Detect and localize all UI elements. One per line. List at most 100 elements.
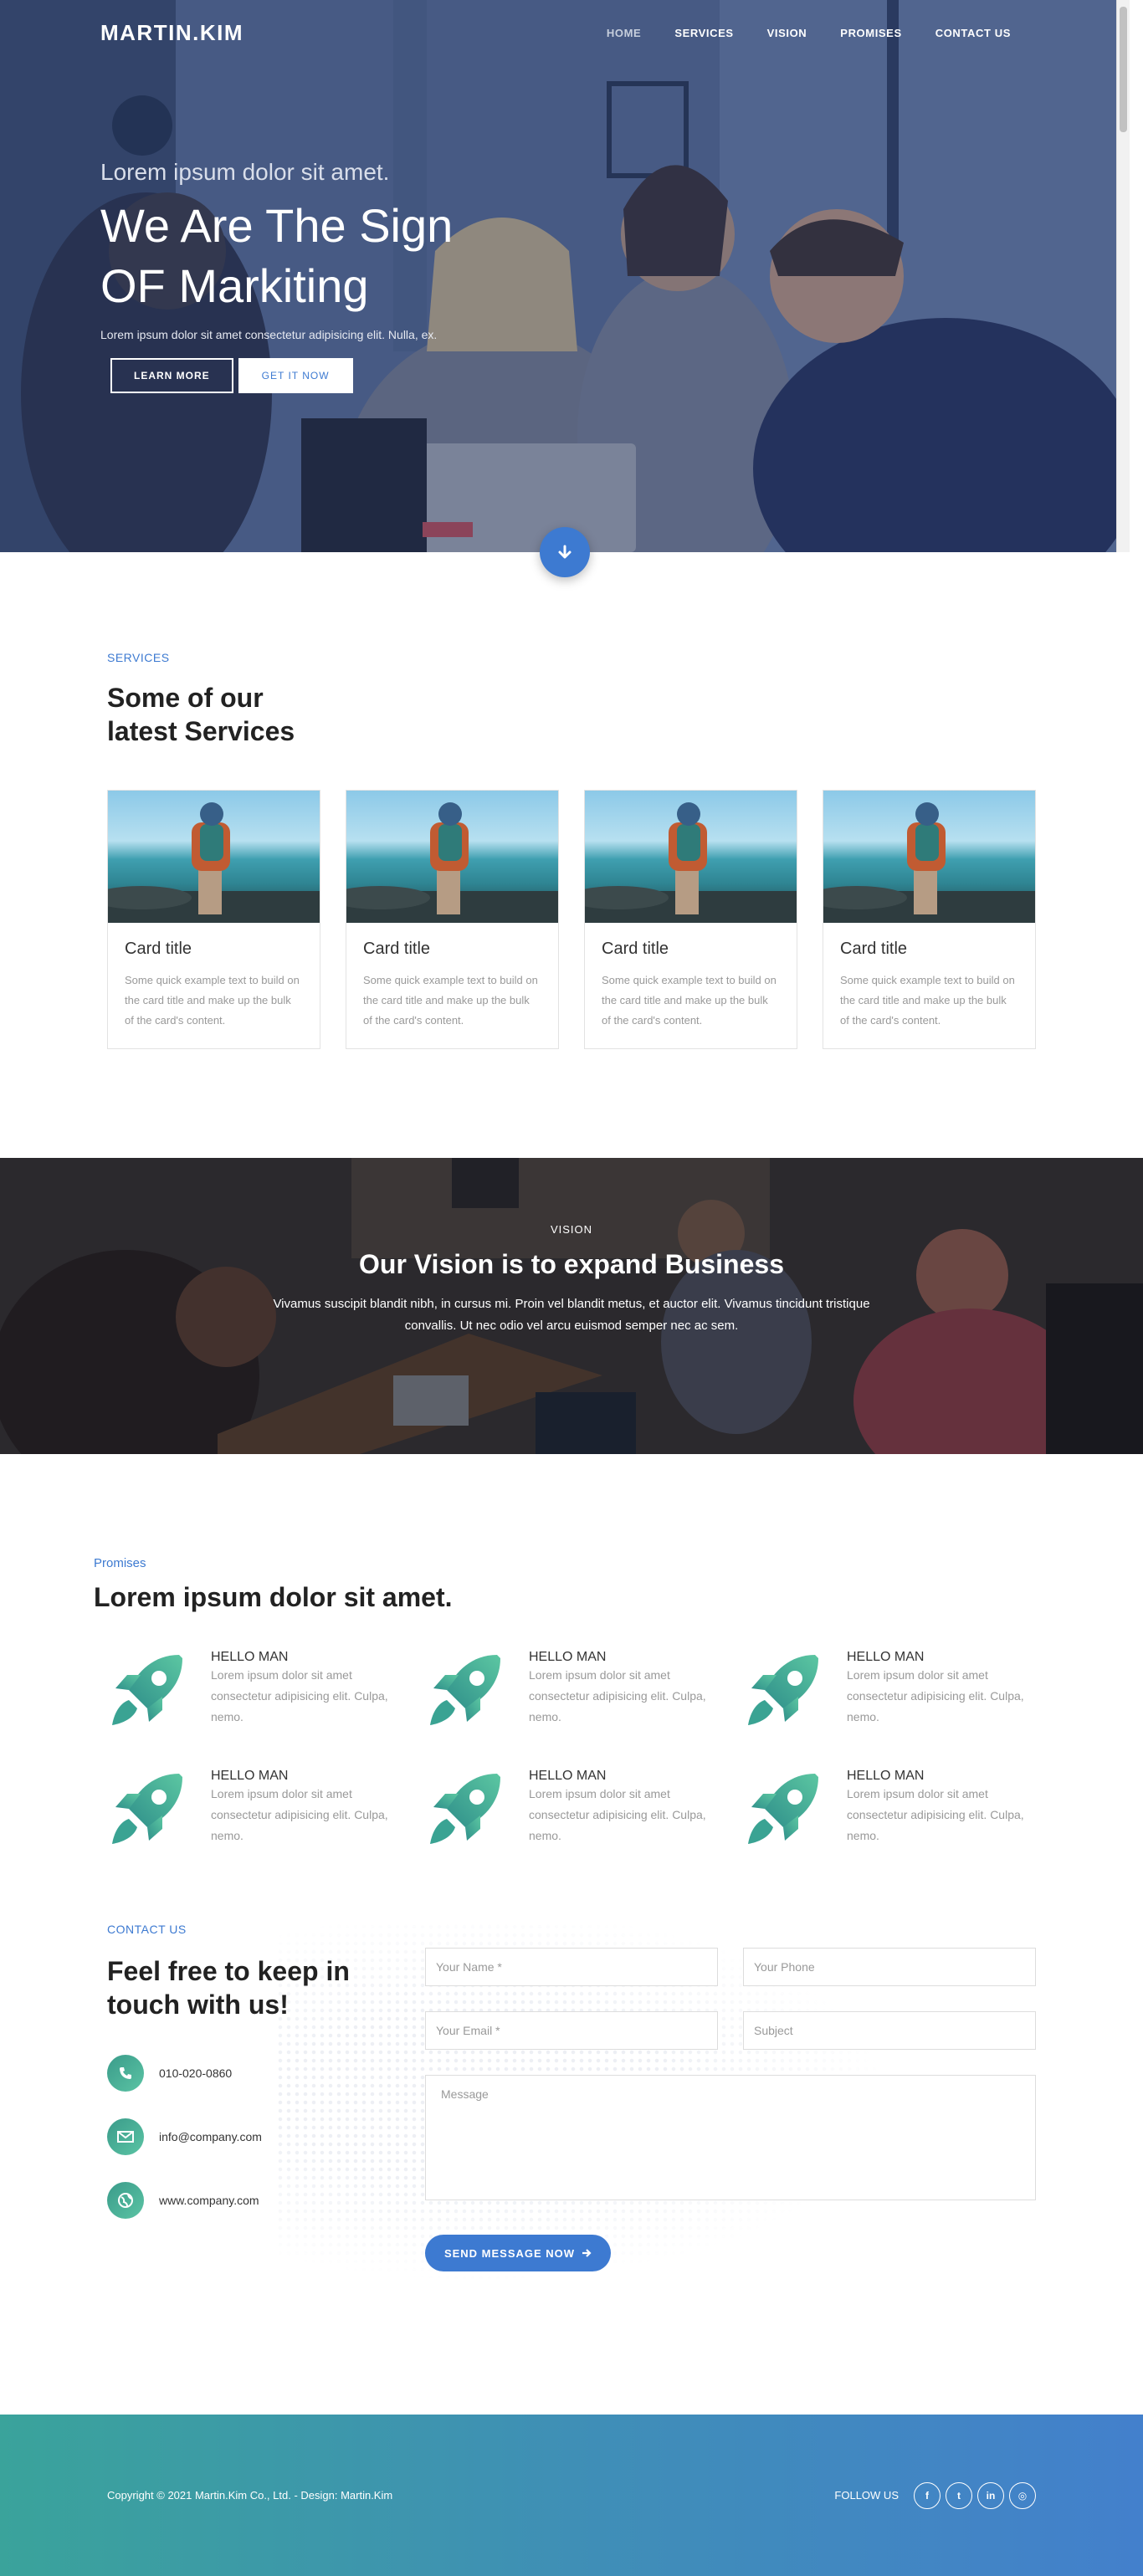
hero-title-line2: OF Markiting: [100, 259, 369, 312]
promise-item: HELLO MAN Lorem ipsum dolor sit amet con…: [422, 1767, 740, 1851]
arrow-right-icon: [582, 2249, 592, 2257]
contact-email[interactable]: info@company.com: [159, 2130, 262, 2143]
promise-heading: HELLO MAN: [847, 1650, 925, 1664]
promises-title: Lorem ipsum dolor sit amet.: [94, 1582, 453, 1612]
hiker-photo: [108, 802, 320, 923]
card-text: Some quick example text to build on the …: [363, 974, 538, 1027]
hiker-photo: [346, 802, 558, 923]
promise-text: Lorem ipsum dolor sit amet consectetur a…: [529, 1668, 706, 1723]
rocket-icon: [748, 1655, 818, 1725]
get-it-now-button[interactable]: GET IT NOW: [238, 358, 353, 393]
promise-text: Lorem ipsum dolor sit amet consectetur a…: [847, 1668, 1024, 1723]
contact-title-line1: Feel free to keep in: [107, 1956, 350, 1986]
contact-title: Feel free to keep in touch with us!: [107, 1954, 350, 2021]
contact-phone[interactable]: 010-020-0860: [159, 2066, 232, 2080]
promise-text: Lorem ipsum dolor sit amet consectetur a…: [211, 1668, 388, 1723]
promise-heading: HELLO MAN: [529, 1650, 607, 1664]
services-title-line2: latest Services: [107, 716, 295, 746]
scroll-down-button[interactable]: [540, 527, 590, 577]
twitter-icon[interactable]: t: [946, 2481, 972, 2509]
vision-content: VISION Our Vision is to expand Business …: [0, 1158, 1143, 1337]
services-section: SERVICES Some of our latest Services Car…: [0, 552, 1143, 1158]
dribbble-icon[interactable]: ◎: [1009, 2481, 1036, 2509]
nav-contact-us[interactable]: CONTACT US: [935, 27, 1011, 39]
contact-email-row: info@company.com: [107, 2118, 350, 2155]
service-card[interactable]: Card title Some quick example text to bu…: [584, 790, 797, 1049]
service-card[interactable]: Card title Some quick example text to bu…: [346, 790, 559, 1049]
contact-website[interactable]: www.company.com: [159, 2194, 259, 2207]
promise-heading: HELLO MAN: [211, 1769, 289, 1783]
footer: Copyright © 2021 Martin.Kim Co., Ltd. - …: [0, 2415, 1143, 2576]
hero-title-line1: We Are The Sign: [100, 199, 454, 252]
card-title: Card title: [840, 940, 908, 958]
card-title: Card title: [363, 940, 431, 958]
service-card[interactable]: Card title Some quick example text to bu…: [107, 790, 320, 1049]
card-text: Some quick example text to build on the …: [125, 974, 300, 1027]
page-scrollbar[interactable]: [1116, 0, 1130, 552]
learn-more-button[interactable]: LEARN MORE: [110, 358, 233, 393]
promises-section: Promises Lorem ipsum dolor sit amet. HEL…: [0, 1454, 1143, 1923]
arrow-down-icon: [558, 545, 572, 559]
nav-menu: HOME SERVICES VISION PROMISES CONTACT US: [607, 27, 1011, 39]
rocket-icon: [748, 1774, 818, 1844]
linkedin-icon[interactable]: in: [977, 2481, 1004, 2509]
subject-input[interactable]: [743, 2011, 1036, 2050]
copyright-text: Copyright © 2021 Martin.Kim Co., Ltd. - …: [107, 2489, 393, 2502]
promise-item: HELLO MAN Lorem ipsum dolor sit amet con…: [104, 1648, 422, 1732]
send-message-button[interactable]: SEND MESSAGE NOW: [425, 2235, 611, 2271]
vision-section: VISION Our Vision is to expand Business …: [0, 1158, 1143, 1454]
nav-promises[interactable]: PROMISES: [840, 27, 901, 39]
rocket-icon: [430, 1655, 500, 1725]
globe-icon: [107, 2182, 144, 2219]
rocket-icon: [430, 1774, 500, 1844]
service-cards: Card title Some quick example text to bu…: [107, 790, 1143, 1049]
promise-heading: HELLO MAN: [211, 1650, 289, 1664]
brand-logo[interactable]: MARTIN.KIM: [100, 20, 243, 46]
vision-eyebrow: VISION: [550, 1223, 593, 1236]
contact-form: SEND MESSAGE NOW: [425, 1948, 1036, 2271]
promise-item: HELLO MAN Lorem ipsum dolor sit amet con…: [104, 1767, 422, 1851]
promise-text: Lorem ipsum dolor sit amet consectetur a…: [847, 1787, 1024, 1842]
promise-item: HELLO MAN Lorem ipsum dolor sit amet con…: [740, 1767, 1058, 1851]
hero-title: We Are The Sign OF Markiting: [100, 196, 453, 316]
promise-text: Lorem ipsum dolor sit amet consectetur a…: [211, 1787, 388, 1842]
send-message-label: SEND MESSAGE NOW: [443, 2246, 576, 2260]
card-image: [585, 791, 797, 923]
follow-us-label: FOLLOW US: [834, 2489, 899, 2502]
name-input[interactable]: [425, 1948, 718, 1986]
promises-eyebrow: Promises: [94, 1556, 146, 1570]
services-title-line1: Some of our: [107, 683, 264, 713]
contact-website-row: www.company.com: [107, 2182, 350, 2219]
contact-section: CONTACT US Feel free to keep in touch wi…: [0, 1923, 1143, 2415]
card-image: [823, 791, 1035, 923]
top-navbar: MARTIN.KIM HOME SERVICES VISION PROMISES…: [0, 0, 1130, 65]
contact-phone-row: 010-020-0860: [107, 2055, 350, 2092]
nav-home[interactable]: HOME: [607, 27, 641, 39]
services-eyebrow: SERVICES: [107, 651, 170, 664]
email-input[interactable]: [425, 2011, 718, 2050]
nav-services[interactable]: SERVICES: [674, 27, 733, 39]
contact-title-line2: touch with us!: [107, 1990, 289, 2020]
facebook-icon[interactable]: f: [914, 2481, 941, 2509]
rocket-icon: [112, 1655, 182, 1725]
card-text: Some quick example text to build on the …: [602, 974, 777, 1027]
promises-grid: HELLO MAN Lorem ipsum dolor sit amet con…: [104, 1648, 1143, 1851]
hiker-photo: [823, 802, 1035, 923]
hero-subtitle: Lorem ipsum dolor sit amet.: [100, 159, 390, 185]
phone-input[interactable]: [743, 1948, 1036, 1986]
services-title: Some of our latest Services: [107, 681, 1143, 748]
service-card[interactable]: Card title Some quick example text to bu…: [823, 790, 1036, 1049]
nav-vision[interactable]: VISION: [767, 27, 807, 39]
card-text: Some quick example text to build on the …: [840, 974, 1015, 1027]
envelope-icon: [107, 2118, 144, 2155]
hero-section: MARTIN.KIM HOME SERVICES VISION PROMISES…: [0, 0, 1130, 552]
hero-buttons: LEARN MORE GET IT NOW: [110, 358, 453, 393]
promise-heading: HELLO MAN: [529, 1769, 607, 1783]
promise-item: HELLO MAN Lorem ipsum dolor sit amet con…: [740, 1648, 1058, 1732]
contact-eyebrow: CONTACT US: [107, 1923, 187, 1936]
promise-text: Lorem ipsum dolor sit amet consectetur a…: [529, 1787, 706, 1842]
promise-item: HELLO MAN Lorem ipsum dolor sit amet con…: [422, 1648, 740, 1732]
message-textarea[interactable]: [425, 2075, 1036, 2200]
card-title: Card title: [602, 940, 669, 958]
promise-heading: HELLO MAN: [847, 1769, 925, 1783]
